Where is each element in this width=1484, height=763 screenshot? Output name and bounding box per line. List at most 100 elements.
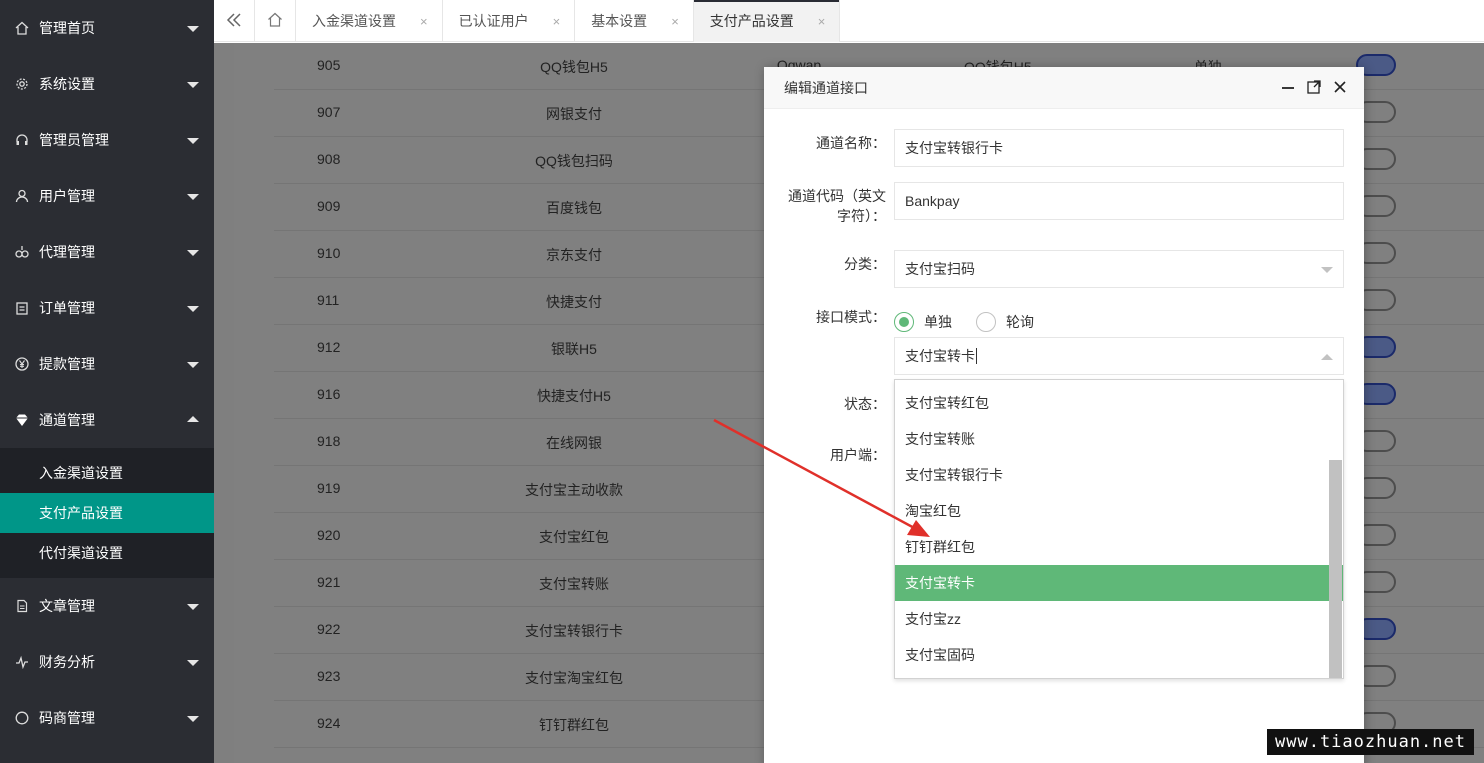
channel-name-label: 通道名称： bbox=[816, 135, 886, 151]
cell-name: QQ钱包扫码 bbox=[535, 153, 613, 169]
menu-label: 系统设置 bbox=[39, 76, 95, 92]
sidebar: 管理首页 系统设置 管理员管理 用户管理 代理管理 订单管理 提款管理 通道管理… bbox=[0, 0, 214, 763]
menu-item-channels[interactable]: 通道管理 bbox=[0, 392, 214, 448]
product-select[interactable]: 支付宝转卡 bbox=[894, 337, 1344, 375]
gear-icon bbox=[14, 76, 30, 92]
label-line: 通道代码（英文 bbox=[788, 188, 886, 204]
status-label: 状态： bbox=[844, 396, 886, 412]
home-tab-button[interactable] bbox=[255, 0, 296, 42]
category-select[interactable]: 支付宝扫码 bbox=[894, 250, 1344, 288]
dropdown-option[interactable]: 支付宝转红包 bbox=[895, 385, 1343, 421]
tab-payment-products[interactable]: 支付产品设置 × bbox=[693, 0, 841, 42]
menu-item-code-merchants[interactable]: 码商管理 bbox=[0, 690, 214, 746]
caret-down-icon bbox=[187, 362, 199, 368]
caret-down-icon bbox=[187, 604, 199, 610]
tab-bar: 入金渠道设置 × 已认证用户 × 基本设置 × 支付产品设置 × bbox=[214, 0, 1484, 42]
cell-id: 908 bbox=[317, 151, 341, 167]
menu-label: 财务分析 bbox=[39, 654, 95, 670]
tab-verified-users[interactable]: 已认证用户 × bbox=[443, 0, 576, 42]
caret-down-icon bbox=[187, 194, 199, 200]
tab-label: 支付产品设置 bbox=[709, 13, 794, 29]
channel-submenu: 入金渠道设置 支付产品设置 代付渠道设置 bbox=[0, 448, 214, 578]
dialog-header: 编辑通道接口 bbox=[764, 67, 1364, 109]
menu-item-users[interactable]: 用户管理 bbox=[0, 168, 214, 224]
caret-down-icon bbox=[187, 660, 199, 666]
cell-name: 支付宝红包 bbox=[539, 529, 609, 545]
menu-item-agents[interactable]: 代理管理 bbox=[0, 224, 214, 280]
caret-down-icon bbox=[187, 26, 199, 32]
edit-channel-dialog: 编辑通道接口 通道名称： 支付宝转银行卡 通道代码（英文 字符）： Bankpa… bbox=[764, 67, 1364, 763]
dropdown-option[interactable]: 钉钉群红包 bbox=[895, 529, 1343, 565]
menu-item-orders[interactable]: 订单管理 bbox=[0, 280, 214, 336]
menu-label: 订单管理 bbox=[39, 300, 95, 316]
cell-id: 912 bbox=[317, 339, 341, 355]
maximize-icon[interactable] bbox=[1306, 79, 1322, 100]
minimize-icon[interactable] bbox=[1280, 79, 1296, 100]
tab-label: 入金渠道设置 bbox=[312, 13, 396, 29]
select-value: 支付宝扫码 bbox=[905, 261, 975, 277]
tab-basic-settings[interactable]: 基本设置 × bbox=[575, 0, 694, 42]
close-icon[interactable]: × bbox=[553, 14, 561, 29]
sub-item-payout-channels[interactable]: 代付渠道设置 bbox=[0, 533, 214, 573]
dropdown-option[interactable]: 支付宝zz bbox=[895, 601, 1343, 637]
menu-item-finance[interactable]: 财务分析 bbox=[0, 634, 214, 690]
client-label: 用户端： bbox=[830, 447, 886, 463]
menu-label: 用户管理 bbox=[39, 188, 95, 204]
close-icon[interactable] bbox=[1332, 79, 1348, 100]
tab-label: 基本设置 bbox=[591, 13, 648, 29]
channel-name-input[interactable]: 支付宝转银行卡 bbox=[894, 129, 1344, 167]
sub-item-payment-products[interactable]: 支付产品设置 bbox=[0, 493, 214, 533]
dialog-title: 编辑通道接口 bbox=[784, 79, 868, 96]
sub-item-deposit-channels[interactable]: 入金渠道设置 bbox=[0, 453, 214, 493]
cell-id: 909 bbox=[317, 198, 341, 214]
close-icon[interactable]: × bbox=[671, 14, 679, 29]
dropdown-option-selected[interactable]: 支付宝转卡 bbox=[895, 565, 1343, 601]
dropdown-option[interactable]: 支付宝固码 bbox=[895, 637, 1343, 673]
menu-label: 管理首页 bbox=[39, 20, 95, 36]
label-line: 字符）： bbox=[837, 208, 886, 224]
cell-name: 网银支付 bbox=[546, 106, 602, 122]
pulse-icon bbox=[14, 654, 30, 670]
dropdown-scrollbar[interactable] bbox=[1329, 460, 1342, 678]
cell-id: 910 bbox=[317, 245, 341, 261]
menu-item-articles[interactable]: 文章管理 bbox=[0, 578, 214, 634]
radio-label: 轮询 bbox=[1006, 314, 1034, 330]
select-value: 支付宝转卡 bbox=[905, 348, 975, 364]
cell-id: 919 bbox=[317, 480, 341, 496]
mode-radio-single[interactable]: 单独 bbox=[894, 312, 952, 332]
mode-radio-poll[interactable]: 轮询 bbox=[976, 312, 1034, 332]
cell-name: 支付宝转账 bbox=[539, 576, 609, 592]
collapse-sidebar-button[interactable] bbox=[214, 0, 255, 42]
menu-label: 管理员管理 bbox=[39, 132, 109, 148]
diamond-icon bbox=[14, 412, 30, 428]
cell-name: 快捷支付H5 bbox=[537, 388, 611, 404]
dropdown-option[interactable]: 支付宝转银行卡 bbox=[895, 457, 1343, 493]
input-value: Bankpay bbox=[905, 193, 960, 209]
input-value: 支付宝转银行卡 bbox=[905, 140, 1003, 156]
caret-down-icon bbox=[187, 82, 199, 88]
cell-id: 921 bbox=[317, 574, 341, 590]
menu-label: 通道管理 bbox=[39, 412, 95, 428]
tab-label: 已认证用户 bbox=[458, 13, 529, 29]
cell-name: 京东支付 bbox=[546, 247, 602, 263]
cell-name: 银联H5 bbox=[551, 341, 597, 357]
caret-down-icon bbox=[187, 250, 199, 256]
menu-item-admins[interactable]: 管理员管理 bbox=[0, 112, 214, 168]
menu-label: 代理管理 bbox=[39, 244, 95, 260]
chevron-up-icon bbox=[1321, 354, 1333, 360]
circle-icon bbox=[14, 710, 30, 726]
cell-name: 支付宝主动收款 bbox=[525, 482, 623, 498]
close-icon[interactable]: × bbox=[420, 14, 428, 29]
menu-item-withdrawals[interactable]: 提款管理 bbox=[0, 336, 214, 392]
menu-label: 提款管理 bbox=[39, 356, 95, 372]
dropdown-option[interactable]: 淘宝红包 bbox=[895, 493, 1343, 529]
menu-item-system[interactable]: 系统设置 bbox=[0, 56, 214, 112]
tab-deposit-channels[interactable]: 入金渠道设置 × bbox=[296, 0, 443, 42]
menu-item-home[interactable]: 管理首页 bbox=[0, 0, 214, 56]
channel-code-input[interactable]: Bankpay bbox=[894, 182, 1344, 220]
cell-id: 916 bbox=[317, 386, 341, 402]
cell-name: 支付宝转银行卡 bbox=[525, 623, 623, 639]
close-icon[interactable]: × bbox=[818, 14, 826, 29]
dropdown-option[interactable]: 支付宝转账 bbox=[895, 421, 1343, 457]
radio-checked-icon bbox=[894, 312, 914, 332]
